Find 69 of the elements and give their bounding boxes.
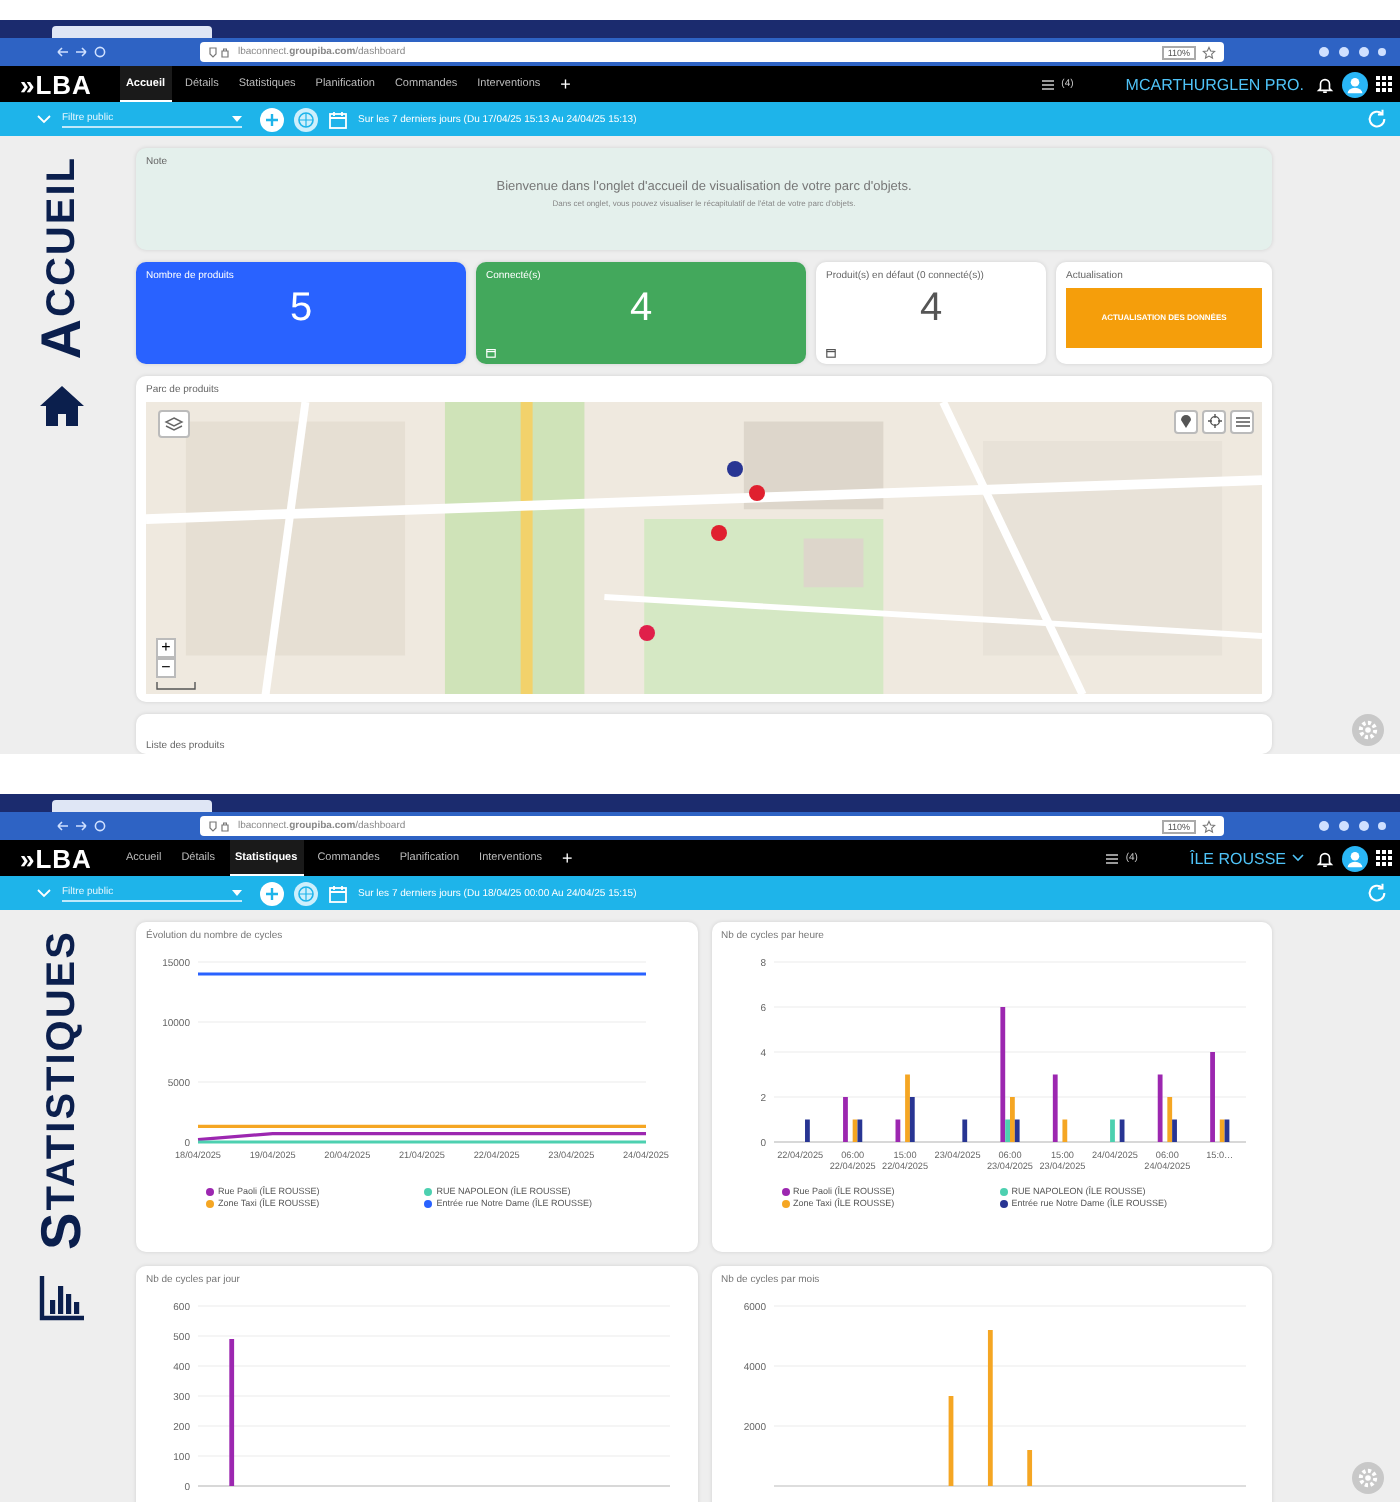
map-location-button[interactable] (1202, 409, 1226, 434)
account-selector[interactable]: MCARTHURGLEN PRO. (1121, 75, 1308, 93)
menu-button[interactable] (1230, 409, 1254, 434)
bar (894, 1119, 900, 1142)
star-icon[interactable] (1202, 819, 1216, 833)
logo: »LBA (20, 843, 92, 873)
star-icon[interactable] (1202, 45, 1216, 59)
add-button-icon[interactable] (260, 107, 284, 131)
pin-icon (1180, 414, 1192, 429)
chevron-down-icon[interactable] (36, 114, 52, 124)
account-selector[interactable]: ÎLE ROUSSE (1185, 849, 1308, 867)
map-marker-icon (748, 483, 767, 502)
page-title: STATISTIQUES (30, 930, 94, 1250)
bar (1209, 1052, 1214, 1142)
page-title: ACCUEIL (30, 156, 94, 360)
calendar-icon (486, 347, 496, 358)
calendar-icon (826, 347, 836, 358)
user-avatar-icon[interactable] (1342, 71, 1368, 97)
bar (1051, 1074, 1057, 1142)
home-icon (38, 383, 86, 428)
map-pin-button[interactable] (1174, 409, 1198, 434)
stat-value: 5 (287, 285, 315, 332)
calendar-icon[interactable] (328, 109, 348, 129)
bar (961, 1119, 967, 1142)
stat-value: 4 (917, 285, 945, 332)
list-icon (1041, 79, 1054, 89)
layers-icon (164, 415, 184, 432)
calendar-icon[interactable] (328, 883, 348, 903)
zoom-in-button[interactable]: + (156, 638, 176, 659)
bar (1109, 1119, 1114, 1142)
bar (947, 1396, 953, 1486)
layers-button[interactable] (158, 409, 190, 438)
stat-value: 4 (627, 285, 655, 332)
user-avatar-icon[interactable] (1342, 845, 1368, 871)
map-marker-icon (726, 460, 745, 478)
refresh-icon[interactable] (1366, 882, 1388, 904)
browser-extension-icons[interactable] (1316, 44, 1388, 60)
zoom-out-button[interactable]: − (156, 658, 176, 679)
shield-icon (208, 46, 232, 58)
add-tab-button[interactable]: + (556, 840, 579, 876)
caret-icon (232, 889, 242, 895)
bar-chart-icon (38, 1273, 86, 1322)
list-icon (1105, 853, 1118, 863)
bar (1118, 1119, 1124, 1142)
chevron-down-icon (1292, 854, 1304, 862)
menu-icon (1235, 415, 1249, 428)
browser-extension-icons[interactable] (1316, 818, 1388, 834)
bar (1156, 1074, 1162, 1142)
apps-grid-icon[interactable] (1376, 76, 1392, 92)
apps-grid-icon[interactable] (1376, 850, 1392, 866)
add-tab-button[interactable]: + (554, 66, 577, 102)
bar (1026, 1450, 1032, 1486)
bell-icon[interactable] (1316, 849, 1334, 867)
navigation-arrows-icon[interactable] (56, 818, 108, 834)
bar (842, 1097, 847, 1142)
navigation-arrows-icon[interactable] (56, 44, 108, 60)
shield-icon (208, 820, 232, 832)
bar (1061, 1119, 1067, 1142)
logo: »LBA (20, 69, 92, 99)
crosshair-icon (1207, 414, 1221, 429)
add-button-icon[interactable] (260, 881, 284, 905)
caret-icon (232, 115, 242, 121)
map-marker-icon (709, 524, 728, 543)
refresh-icon[interactable] (1366, 108, 1388, 130)
bell-icon[interactable] (1316, 75, 1334, 93)
chevron-down-icon[interactable] (36, 888, 52, 898)
map-marker-icon (637, 623, 656, 642)
bar (804, 1119, 809, 1142)
map-scale-bar (156, 682, 196, 691)
